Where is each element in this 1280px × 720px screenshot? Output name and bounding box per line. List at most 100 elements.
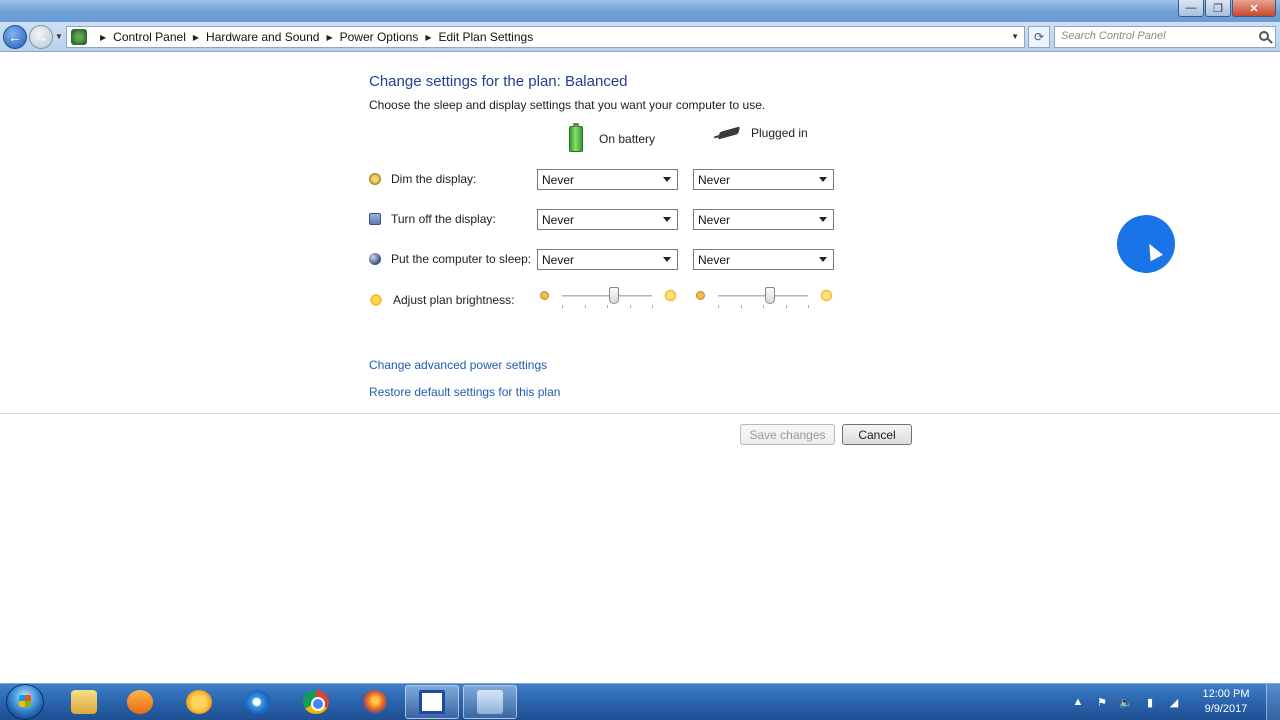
taskbar-internet-explorer[interactable]	[231, 685, 285, 719]
page-title: Change settings for the plan: Balanced	[369, 73, 628, 90]
monitor-icon	[369, 213, 381, 225]
taskbar-explorer[interactable]	[57, 685, 111, 719]
turn-off-display-battery-value: Never	[542, 213, 575, 227]
forward-arrow-icon: →	[34, 29, 48, 45]
bright-sun-icon	[819, 288, 834, 303]
slider-track[interactable]	[718, 295, 808, 297]
clock-date: 9/9/2017	[1204, 703, 1248, 715]
start-button[interactable]	[6, 684, 44, 720]
firefox-icon	[361, 690, 387, 714]
search-input[interactable]: Search Control Panel	[1054, 26, 1276, 48]
chevron-down-icon	[819, 217, 827, 222]
sleep-label: Put the computer to sleep:	[369, 252, 531, 266]
search-icon[interactable]	[1259, 31, 1269, 41]
clock[interactable]: 12:00 PM 9/9/2017	[1186, 687, 1266, 717]
restore-defaults-link[interactable]: Restore default settings for this plan	[369, 385, 560, 399]
network-signal-icon[interactable]: ◢	[1167, 695, 1181, 709]
chevron-down-icon	[663, 257, 671, 262]
advanced-power-settings-link[interactable]: Change advanced power settings	[369, 358, 547, 372]
plugged-in-column-header: Plugged in	[714, 126, 808, 140]
slider-tick	[718, 305, 719, 308]
address-bar[interactable]: ▶ Control Panel ▶ Hardware and Sound ▶ P…	[66, 26, 1025, 48]
chevron-down-icon	[819, 257, 827, 262]
dim-display-label: Dim the display:	[369, 172, 476, 186]
chevron-down-icon	[663, 177, 671, 182]
volume-icon[interactable]: 🔈	[1119, 695, 1133, 709]
slider-thumb[interactable]	[609, 287, 620, 304]
battery-icon	[569, 123, 583, 152]
show-hidden-icons-icon[interactable]: ▲	[1071, 695, 1085, 709]
slider-tick	[808, 305, 809, 308]
maximize-button[interactable]: ❐	[1205, 0, 1231, 17]
battery-tray-icon[interactable]: ▮	[1143, 695, 1157, 709]
turn-off-display-plugged-select[interactable]: Never	[693, 209, 834, 230]
taskbar-app[interactable]	[172, 685, 226, 719]
sleep-text: Put the computer to sleep:	[391, 252, 532, 266]
forward-button[interactable]: →	[29, 25, 53, 49]
refresh-icon: ⟳	[1033, 30, 1045, 44]
on-battery-label: On battery	[599, 132, 656, 146]
breadcrumb-separator-icon[interactable]: ▶	[100, 33, 106, 42]
breadcrumb-separator-icon[interactable]: ▶	[326, 33, 332, 42]
app-icon	[186, 690, 212, 714]
sleep-moon-icon	[369, 253, 381, 265]
back-arrow-icon: ←	[8, 29, 22, 45]
breadcrumb-separator-icon[interactable]: ▶	[193, 33, 199, 42]
breadcrumb-power-options[interactable]: Power Options	[340, 30, 419, 44]
taskbar-firefox[interactable]	[347, 685, 401, 719]
bright-sun-icon	[663, 288, 678, 303]
breadcrumb-control-panel[interactable]: Control Panel	[113, 30, 186, 44]
sleep-battery-select[interactable]: Never	[537, 249, 678, 270]
dim-display-battery-value: Never	[542, 173, 575, 187]
brightness-plugged-slider[interactable]	[695, 286, 835, 310]
internet-explorer-icon	[245, 690, 271, 714]
breadcrumb-separator-icon[interactable]: ▶	[425, 33, 431, 42]
dim-display-plugged-select[interactable]: Never	[693, 169, 834, 190]
window-titlebar: — ❐ ✕	[0, 0, 1280, 22]
slider-tick	[740, 305, 742, 308]
slider-tick	[785, 305, 787, 308]
action-center-flag-icon[interactable]: ⚑	[1095, 695, 1109, 709]
turn-off-display-battery-select[interactable]: Never	[537, 209, 678, 230]
dim-sun-icon	[540, 291, 549, 300]
on-battery-column-header: On battery	[569, 123, 656, 152]
sleep-plugged-select[interactable]: Never	[693, 249, 834, 270]
page-description: Choose the sleep and display settings th…	[369, 98, 766, 112]
close-button[interactable]: ✕	[1232, 0, 1276, 17]
recent-pages-dropdown[interactable]: ▼	[55, 32, 63, 41]
breadcrumb-hardware-and-sound[interactable]: Hardware and Sound	[206, 30, 319, 44]
show-desktop-button[interactable]	[1266, 684, 1280, 720]
system-tray: ▲ ⚑ 🔈 ▮ ◢ 12:00 PM 9/9/2017	[1066, 684, 1280, 720]
brightness-label: Adjust plan brightness:	[369, 293, 514, 307]
plugged-in-label: Plugged in	[751, 126, 808, 140]
refresh-button[interactable]: ⟳	[1028, 26, 1050, 48]
turn-off-display-plugged-value: Never	[698, 213, 731, 227]
chrome-icon	[303, 690, 329, 714]
cancel-button[interactable]: Cancel	[842, 424, 912, 445]
power-plug-icon	[714, 126, 744, 140]
slider-thumb[interactable]	[765, 287, 776, 304]
taskbar-snipping-tool[interactable]	[405, 685, 459, 719]
brightness-battery-slider[interactable]	[539, 286, 679, 310]
window-controls: — ❐ ✕	[1177, 0, 1276, 17]
slider-tick	[584, 305, 586, 308]
taskbar-media-player[interactable]	[113, 685, 167, 719]
slider-tick	[607, 305, 608, 308]
slider-tick	[629, 305, 631, 308]
breadcrumb-edit-plan-settings[interactable]: Edit Plan Settings	[438, 30, 533, 44]
back-button[interactable]: ←	[3, 25, 27, 49]
save-changes-button[interactable]: Save changes	[740, 424, 835, 445]
brightness-sun-icon	[369, 293, 383, 307]
navigation-bar: ← → ▼ ▶ Control Panel ▶ Hardware and Sou…	[0, 22, 1280, 52]
turn-off-display-text: Turn off the display:	[391, 212, 496, 226]
slider-tick	[652, 305, 653, 308]
address-dropdown-icon[interactable]: ▼	[1011, 32, 1019, 41]
brightness-text: Adjust plan brightness:	[393, 293, 515, 307]
dim-display-battery-select[interactable]: Never	[537, 169, 678, 190]
taskbar-control-panel[interactable]	[463, 685, 517, 719]
dim-sun-icon	[696, 291, 705, 300]
slider-track[interactable]	[562, 295, 652, 297]
slider-tick	[562, 305, 563, 308]
taskbar-chrome[interactable]	[289, 685, 343, 719]
minimize-button[interactable]: —	[1178, 0, 1204, 17]
